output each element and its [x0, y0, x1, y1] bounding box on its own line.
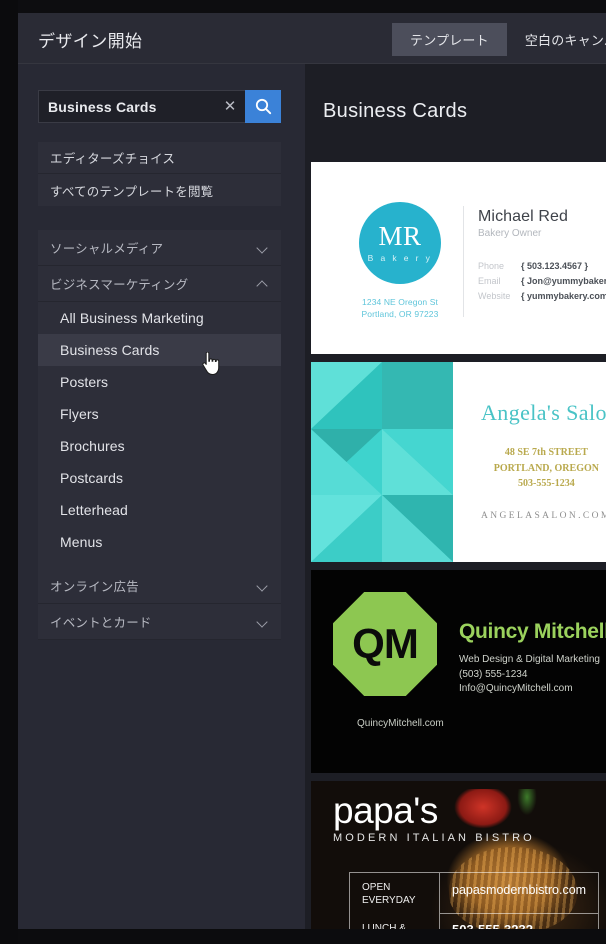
card-person-role: Bakery Owner — [478, 228, 542, 239]
monogram-badge: QM — [333, 592, 437, 696]
card-logo-block: MR B a k e r y 1234 NE Oregon St Portlan… — [345, 202, 455, 321]
sidebar-item-flyers[interactable]: Flyers — [38, 398, 281, 430]
sidebar-group-label: ビジネスマーケティング — [50, 278, 189, 292]
search-row: Business Cards ✕ — [38, 90, 281, 123]
window-left-gutter — [0, 0, 18, 944]
card-tagline: Web Design & Digital Marketing — [459, 654, 600, 665]
tab-templates[interactable]: テンプレート — [392, 23, 507, 56]
templates-sidebar: Business Cards ✕ エディターズチョイス すべてのテンプレートを閲… — [18, 64, 305, 929]
close-icon[interactable]: ✕ — [222, 98, 238, 115]
card-details: Quincy Mitchell Web Design & Digital Mar… — [437, 592, 606, 697]
card-business-name: papa's — [333, 790, 438, 831]
contact-value: { 503.123.4567 } — [521, 261, 589, 271]
sidebar-item-editors-choice[interactable]: エディターズチョイス — [38, 142, 281, 174]
sidebar-item-posters[interactable]: Posters — [38, 366, 281, 398]
template-card-quincy-mitchell[interactable]: QM Quincy Mitchell Web Design & Digital … — [311, 570, 606, 773]
contact-value: { Jon@yummybakery.com } — [521, 276, 606, 286]
address-line-1: 1234 NE Oregon St — [362, 297, 438, 307]
contact-value: { yummybakery.com } — [521, 291, 606, 301]
card-title-block: papa's MODERN ITALIAN BISTRO — [333, 790, 535, 845]
monogram-initials: MR — [378, 221, 422, 251]
sidebar-group-events-and-cards[interactable]: イベントとカード — [38, 604, 281, 640]
card-divider — [463, 206, 464, 317]
card-contact-rows: Web Design & Digital Marketing (503) 555… — [459, 653, 606, 697]
card-website: ANGELASALON.COM — [481, 510, 606, 521]
geometric-pattern-graphic — [311, 362, 453, 562]
search-input-value: Business Cards — [48, 98, 157, 115]
sidebar-item-business-cards[interactable]: Business Cards — [38, 334, 281, 366]
page-title: Business Cards — [323, 100, 468, 122]
sidebar-groups: ソーシャルメディア ビジネスマーケティング All Business Marke… — [38, 230, 281, 640]
card-phone: 503-555-1234 — [518, 478, 575, 489]
monogram-initials: QM — [352, 620, 419, 667]
chevron-down-icon — [258, 616, 269, 627]
address-line-2: Portland, OR 97223 — [361, 309, 439, 320]
card-email: Info@QuincyMitchell.com — [459, 683, 573, 694]
dialog-header: デザイン開始 テンプレート 空白のキャンバス — [18, 13, 606, 64]
search-icon — [255, 98, 272, 115]
contact-label: Website — [478, 291, 511, 301]
card-phone: 503-555-3232 — [440, 914, 598, 929]
template-card-list: MR B a k e r y 1234 NE Oregon St Portlan… — [311, 162, 606, 929]
card-business-name: Angela's Salon — [481, 400, 606, 425]
card-contact-column: papasmodernbistro.com 503-555-3232 — [440, 873, 598, 929]
address-line-1: 48 SE 7th STREET — [504, 447, 588, 458]
card-person-name: Michael Red — [478, 208, 569, 225]
tab-blank-canvas[interactable]: 空白のキャンバス — [507, 23, 606, 56]
card-address: 48 SE 7th STREET PORTLAND, OREGON 503-55… — [481, 445, 606, 492]
card-body: MR B a k e r y 1234 NE Oregon St Portlan… — [345, 202, 606, 321]
sidebar-group-online-ads[interactable]: オンライン広告 — [38, 568, 281, 604]
sidebar-group-social-media[interactable]: ソーシャルメディア — [38, 230, 281, 266]
sidebar-sublist-business-marketing: All Business Marketing Business Cards Po… — [38, 302, 281, 568]
chevron-down-icon — [258, 242, 269, 253]
chevron-up-icon — [258, 278, 269, 289]
window-top-strip — [0, 0, 606, 13]
start-design-dialog: デザイン開始 テンプレート 空白のキャンバス Business Cards ✕ — [18, 13, 606, 929]
contact-label: Email — [478, 276, 501, 286]
search-input[interactable]: Business Cards ✕ — [38, 90, 245, 123]
chevron-down-icon — [258, 580, 269, 591]
templates-content: Business Cards MR B a k e r y 1234 NE Or… — [305, 64, 606, 929]
card-website: papasmodernbistro.com — [440, 873, 598, 914]
monogram-subtitle: B a k e r y — [367, 253, 433, 263]
card-details: Angela's Salon 48 SE 7th STREET PORTLAND… — [453, 362, 606, 562]
card-hours-column: OPEN EVERYDAY LUNCH & DINNER — [350, 873, 440, 929]
sidebar-group-business-marketing[interactable]: ビジネスマーケティング — [38, 266, 281, 302]
card-phone: (503) 555-1234 — [459, 668, 528, 680]
sidebar-item-postcards[interactable]: Postcards — [38, 462, 281, 494]
card-info-grid: OPEN EVERYDAY LUNCH & DINNER papasmodern… — [349, 872, 599, 929]
sidebar-group-label: オンライン広告 — [50, 580, 139, 594]
sidebar-item-brochures[interactable]: Brochures — [38, 430, 281, 462]
card-body: QM Quincy Mitchell Web Design & Digital … — [333, 592, 606, 697]
template-card-angelas-salon[interactable]: Angela's Salon 48 SE 7th STREET PORTLAND… — [311, 362, 606, 562]
card-website: QuincyMitchell.com — [357, 718, 444, 729]
sidebar-item-letterhead[interactable]: Letterhead — [38, 494, 281, 526]
card-details: Michael Red Bakery Owner Phone { 503.123… — [478, 202, 606, 321]
dialog-title: デザイン開始 — [38, 32, 143, 51]
hours-lunch-dinner: LUNCH & DINNER — [362, 923, 406, 929]
template-card-papas-bistro[interactable]: papa's MODERN ITALIAN BISTRO OPEN EVERYD… — [311, 781, 606, 929]
sidebar-item-browse-all-templates[interactable]: すべてのテンプレートを閲覧 — [38, 174, 281, 206]
sidebar-item-menus[interactable]: Menus — [38, 526, 281, 558]
card-address: 1234 NE Oregon St Portland, OR 97223 — [345, 296, 455, 321]
address-line-2: PORTLAND, OREGON — [493, 462, 599, 474]
contact-row: Phone { 503.123.4567 } — [478, 259, 606, 274]
app-root: デザイン開始 テンプレート 空白のキャンバス Business Cards ✕ — [0, 0, 606, 944]
sublist-spacer — [38, 558, 281, 568]
search-button[interactable] — [245, 90, 281, 123]
card-person-name: Quincy Mitchell — [459, 620, 606, 643]
sidebar-group-label: ソーシャルメディア — [50, 242, 164, 256]
monogram-badge: MR B a k e r y — [359, 202, 441, 284]
hours-open-everyday: OPEN EVERYDAY — [362, 882, 416, 906]
sidebar-group-label: イベントとカード — [50, 616, 152, 630]
contact-row: Email { Jon@yummybakery.com } — [478, 274, 606, 289]
card-contact-rows: Phone { 503.123.4567 } Email { Jon@yummy… — [478, 259, 606, 304]
dialog-tabs: テンプレート 空白のキャンバス — [392, 23, 606, 56]
sidebar-item-all-business-marketing[interactable]: All Business Marketing — [38, 302, 281, 334]
contact-label: Phone — [478, 261, 505, 271]
card-tagline: MODERN ITALIAN BISTRO — [333, 832, 535, 845]
template-card-michael-red[interactable]: MR B a k e r y 1234 NE Oregon St Portlan… — [311, 162, 606, 354]
contact-row: Website { yummybakery.com } — [478, 289, 606, 304]
sidebar-primary-list: エディターズチョイス すべてのテンプレートを閲覧 — [38, 142, 281, 206]
